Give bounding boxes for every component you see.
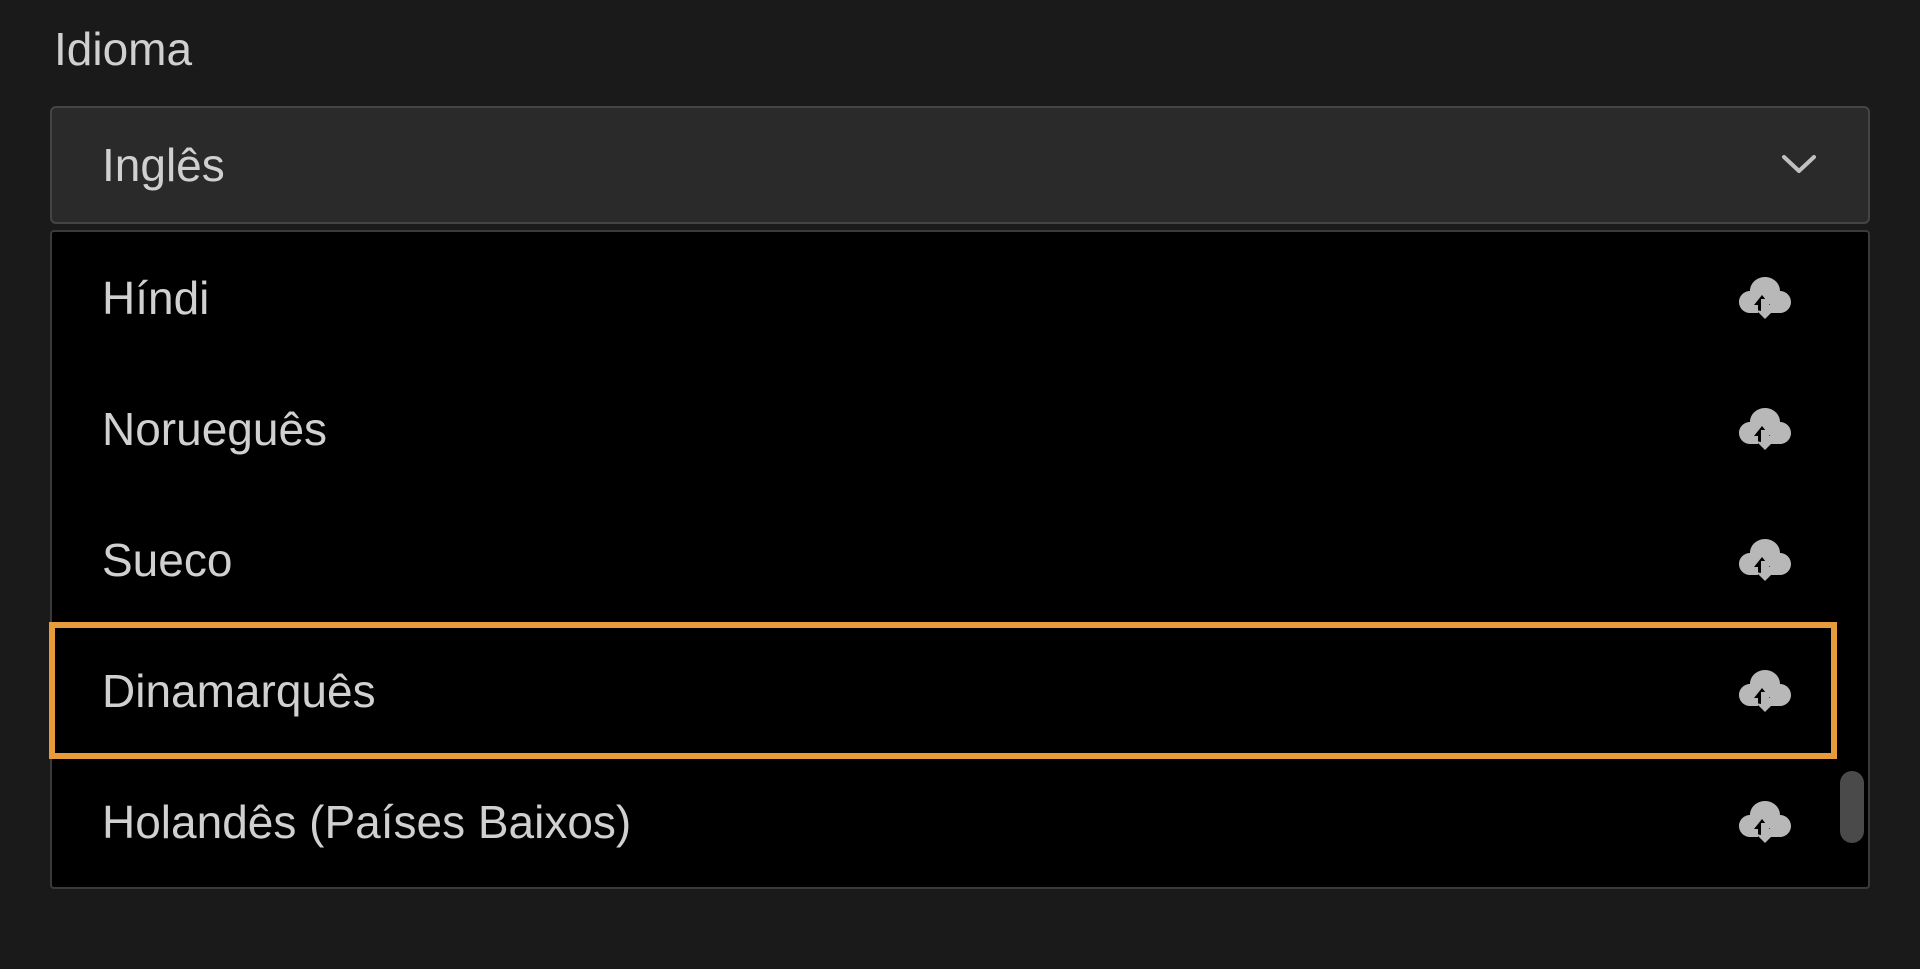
language-option-label: Sueco bbox=[102, 533, 232, 587]
scrollbar-track[interactable] bbox=[1840, 236, 1864, 883]
cloud-download-icon bbox=[1736, 402, 1794, 455]
cloud-download-icon bbox=[1736, 795, 1794, 848]
cloud-download-icon bbox=[1736, 533, 1794, 586]
language-option-label: Holandês (Países Baixos) bbox=[102, 795, 631, 849]
chevron-down-icon bbox=[1780, 151, 1818, 180]
language-dropdown-list: Híndi Norueguês Sueco Dinamarquês bbox=[50, 230, 1870, 889]
language-dropdown-selected-text: Inglês bbox=[102, 138, 225, 192]
language-option-label: Híndi bbox=[102, 271, 209, 325]
language-option-danish[interactable]: Dinamarquês bbox=[52, 625, 1834, 756]
language-option-norwegian[interactable]: Norueguês bbox=[52, 363, 1834, 494]
language-option-swedish[interactable]: Sueco bbox=[52, 494, 1834, 625]
language-section-label: Idioma bbox=[54, 22, 1870, 76]
language-option-hindi[interactable]: Híndi bbox=[52, 232, 1834, 363]
cloud-download-icon bbox=[1736, 271, 1794, 324]
language-option-label: Dinamarquês bbox=[102, 664, 376, 718]
cloud-download-icon bbox=[1736, 664, 1794, 717]
language-option-dutch[interactable]: Holandês (Países Baixos) bbox=[52, 756, 1834, 887]
scrollbar-thumb[interactable] bbox=[1840, 771, 1864, 843]
language-dropdown-selected[interactable]: Inglês bbox=[50, 106, 1870, 224]
language-option-label: Norueguês bbox=[102, 402, 327, 456]
